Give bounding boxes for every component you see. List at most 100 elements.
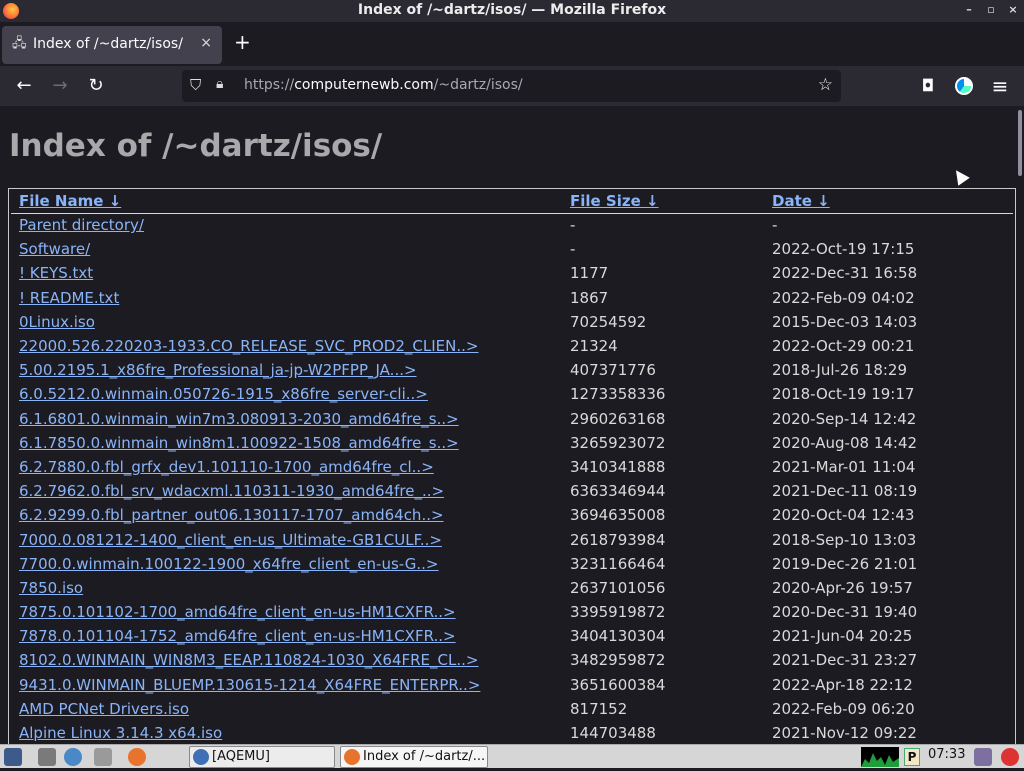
sort-by-size-link[interactable]: File Size ↓ [570, 192, 659, 210]
file-name-cell: 7878.0.101104-1752_amd64fre_client_en-us… [11, 624, 562, 648]
taskbar-task-label: [AQEMU] [212, 749, 270, 764]
file-link[interactable]: 6.2.7880.0.fbl_grfx_dev1.101110-1700_amd… [19, 458, 434, 476]
file-name-cell: 6.2.9299.0.fbl_partner_out06.130117-1707… [11, 503, 562, 527]
file-link[interactable]: 6.1.7850.0.winmain_win8m1.100922-1508_am… [19, 434, 459, 452]
lock-icon[interactable]: 🔒︎ [216, 76, 223, 92]
table-row: Alpine Linux 3.14.3 x64.iso 144703488 2021… [11, 721, 1013, 744]
tray-app-icon[interactable]: P [904, 748, 920, 766]
file-size-cell: 3404130304 [570, 627, 666, 646]
file-date-cell: 2022-Feb-09 06:20 [772, 699, 915, 718]
table-row: 9431.0.WINMAIN_BLUEMP.130615-1214_X64FRE… [11, 673, 1013, 697]
bookmark-star-icon[interactable]: ☆ [818, 75, 833, 95]
file-link[interactable]: Parent directory/ [19, 216, 144, 234]
file-date-cell: 2021-Nov-12 09:22 [772, 724, 917, 743]
file-name-cell: 0Linux.iso [11, 310, 562, 334]
taskbar-task-aqemu[interactable]: [AQEMU] [189, 746, 335, 768]
file-name-cell: 8102.0.WINMAIN_WIN8M3_EEAP.110824-1030_X… [11, 648, 562, 672]
url-bar[interactable]: ⛉ 🔒︎ https://computernewb.com/~dartz/iso… [182, 70, 841, 102]
file-link[interactable]: 6.2.7962.0.fbl_srv_wdacxml.110311-1930_a… [19, 482, 444, 500]
cpu-monitor-graph [861, 747, 899, 767]
tracking-protection-shield-icon[interactable]: ⛉ [190, 76, 201, 94]
network-globe-icon[interactable] [64, 748, 82, 766]
file-date-cell: 2020-Sep-14 12:42 [772, 409, 917, 428]
back-button[interactable]: ← [12, 74, 36, 98]
scrollbar-thumb[interactable] [1018, 110, 1022, 176]
file-link[interactable]: 7700.0.winmain.100122-1900_x64fre_client… [19, 555, 438, 573]
file-date-cell: 2021-Dec-31 23:27 [772, 651, 918, 670]
file-manager-icon[interactable] [94, 748, 112, 766]
file-link[interactable]: 7000.0.081212-1400_client_en-us_Ultimate… [19, 531, 442, 549]
file-date-cell: 2020-Dec-31 19:40 [772, 603, 918, 622]
close-window-button[interactable]: × [1006, 3, 1020, 16]
file-date-cell: 2020-Aug-08 14:42 [772, 433, 918, 452]
file-link[interactable]: 0Linux.iso [19, 313, 95, 331]
table-row: 7850.iso 2637101056 2020-Apr-26 19:57 [11, 576, 1013, 600]
close-tab-button[interactable]: × [200, 35, 212, 51]
system-taskbar: [AQEMU] Index of /~dartz/... P 07:33 [0, 744, 1024, 768]
file-link[interactable]: ! KEYS.txt [19, 264, 93, 282]
account-avatar[interactable] [955, 77, 973, 95]
user-switch-icon[interactable] [974, 748, 992, 766]
url-host: computernewb.com [294, 77, 434, 93]
tab-strip: 🖧 Index of /~dartz/isos/ × + [0, 22, 1024, 66]
file-name-cell: 7000.0.081212-1400_client_en-us_Ultimate… [11, 527, 562, 551]
file-size-cell: 144703488 [570, 724, 656, 743]
file-name-cell: 5.00.2195.1_x86fre_Professional_ja-jp-W2… [11, 358, 562, 382]
file-link[interactable]: ! README.txt [19, 289, 119, 307]
reload-button[interactable]: ↻ [84, 74, 108, 98]
taskbar-clock: 07:33 [928, 747, 966, 762]
power-icon[interactable] [1001, 748, 1019, 766]
sort-by-date-link[interactable]: Date ↓ [772, 192, 830, 210]
table-row: 7700.0.winmain.100122-1900_x64fre_client… [11, 552, 1013, 576]
file-link[interactable]: 7875.0.101102-1700_amd64fre_client_en-us… [19, 603, 456, 621]
tab-active[interactable]: 🖧 Index of /~dartz/isos/ × [2, 26, 222, 64]
file-link[interactable]: 6.2.9299.0.fbl_partner_out06.130117-1707… [19, 506, 444, 524]
file-date-cell: 2020-Oct-04 12:43 [772, 506, 915, 525]
table-row: Parent directory/ - - [11, 213, 1013, 237]
file-size-cell: 1177 [570, 264, 609, 283]
firefox-launcher-icon[interactable] [128, 748, 146, 766]
file-link[interactable]: 9431.0.WINMAIN_BLUEMP.130615-1214_X64FRE… [19, 676, 480, 694]
file-size-cell: 21324 [570, 337, 618, 356]
aqemu-icon [193, 749, 209, 765]
taskbar-task-label: Index of /~dartz/... [363, 749, 486, 764]
sort-by-name-link[interactable]: File Name ↓ [19, 192, 121, 210]
file-link[interactable]: Alpine Linux 3.14.3 x64.iso [19, 724, 222, 742]
new-tab-button[interactable]: + [234, 32, 251, 52]
pocket-button[interactable]: ◘ [916, 74, 940, 98]
column-header-date: Date ↓ [764, 189, 1013, 214]
file-link[interactable]: 7850.iso [19, 579, 83, 597]
file-link[interactable]: Software/ [19, 240, 90, 258]
file-listing-table: File Name ↓ File Size ↓ Date ↓ Parent di… [8, 188, 1016, 744]
maximize-button[interactable]: ▫ [984, 3, 998, 16]
file-name-cell: Parent directory/ [11, 213, 562, 237]
file-date-cell: 2022-Apr-18 22:12 [772, 675, 913, 694]
file-link[interactable]: 22000.526.220203-1933.CO_RELEASE_SVC_PRO… [19, 337, 478, 355]
file-date-cell: 2015-Dec-03 14:03 [772, 312, 918, 331]
file-date-cell: 2022-Dec-31 16:58 [772, 264, 918, 283]
show-desktop-icon[interactable] [38, 748, 56, 766]
file-link[interactable]: AMD PCNet Drivers.iso [19, 700, 189, 718]
column-header-size: File Size ↓ [562, 189, 764, 214]
table-row: AMD PCNet Drivers.iso 817152 2022-Feb-09 0… [11, 697, 1013, 721]
file-date-cell: 2021-Mar-01 11:04 [772, 457, 916, 476]
start-menu-icon[interactable] [4, 748, 22, 766]
page-scrollbar[interactable] [1016, 106, 1024, 744]
file-link[interactable]: 6.1.6801.0.winmain_win7m3.080913-2030_am… [19, 410, 459, 428]
app-menu-button[interactable]: ≡ [988, 74, 1012, 98]
file-link[interactable]: 5.00.2195.1_x86fre_Professional_ja-jp-W2… [19, 361, 417, 379]
file-date-cell: 2018-Jul-26 18:29 [772, 361, 908, 380]
forward-button[interactable]: → [48, 74, 72, 98]
file-link[interactable]: 8102.0.WINMAIN_WIN8M3_EEAP.110824-1030_X… [19, 651, 478, 669]
minimize-button[interactable]: – [962, 3, 976, 16]
taskbar-task-firefox[interactable]: Index of /~dartz/... [340, 746, 488, 768]
file-name-cell: 6.2.7880.0.fbl_grfx_dev1.101110-1700_amd… [11, 455, 562, 479]
file-link[interactable]: 6.0.5212.0.winmain.050726-1915_x86fre_se… [19, 385, 428, 403]
url-text[interactable]: https://computernewb.com/~dartz/isos/ [244, 77, 523, 93]
table-row: 22000.526.220203-1933.CO_RELEASE_SVC_PRO… [11, 334, 1013, 358]
file-size-cell: 6363346944 [570, 482, 666, 501]
file-link[interactable]: 7878.0.101104-1752_amd64fre_client_en-us… [19, 627, 456, 645]
page-heading: Index of /~dartz/isos/ [9, 128, 383, 164]
file-name-cell: Software/ [11, 237, 562, 261]
page-favicon-icon: 🖧 [12, 36, 27, 51]
